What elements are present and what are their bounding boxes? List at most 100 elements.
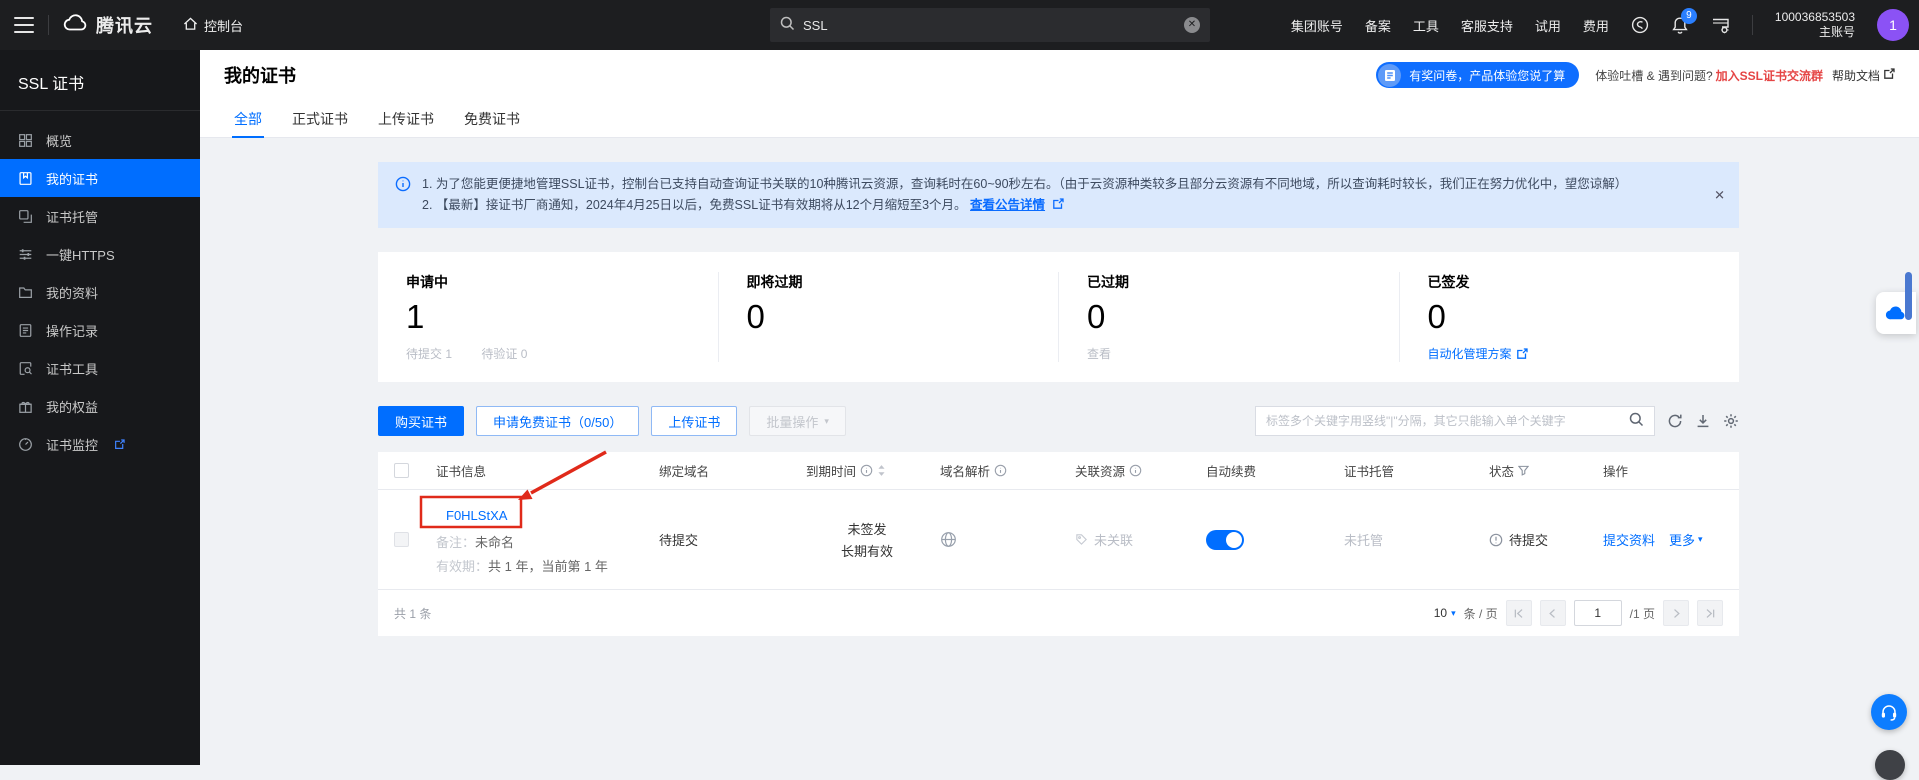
validity-value: 共 1 年，当前第 1 年 xyxy=(488,559,608,574)
headset-icon xyxy=(1879,702,1899,722)
sidebar-item-my-profile[interactable]: 我的资料 xyxy=(0,273,200,311)
hamburger-menu-icon[interactable] xyxy=(14,17,34,33)
status-pending-icon xyxy=(1489,533,1503,547)
page-title: 我的证书 xyxy=(224,62,296,88)
help-doc-link[interactable]: 帮助文档 xyxy=(1832,67,1880,84)
sidebar-item-overview[interactable]: 概览 xyxy=(0,121,200,159)
dns-cell[interactable] xyxy=(928,531,1063,548)
page-header: 我的证书 有奖问卷，产品体验您说了算 体验吐槽 & 遇到问题? 加入SSL证书交… xyxy=(200,50,1919,138)
gauge-icon xyxy=(18,436,34,452)
nav-icp[interactable]: 备案 xyxy=(1365,16,1391,35)
sidebar-item-operation-log[interactable]: 操作记录 xyxy=(0,311,200,349)
log-icon xyxy=(18,322,34,338)
hosting-icon xyxy=(18,208,34,224)
tab-all[interactable]: 全部 xyxy=(232,100,264,138)
avatar[interactable]: 1 xyxy=(1877,9,1909,41)
feedback-text: 体验吐槽 & 遇到问题? xyxy=(1595,67,1712,84)
account-info[interactable]: 100036853503 主账号 xyxy=(1775,10,1855,40)
auto-renew-toggle[interactable] xyxy=(1206,530,1244,550)
download-icon[interactable] xyxy=(1695,413,1711,429)
table-header-row: 证书信息 绑定域名 到期时间 域名解析 关联资源 xyxy=(378,452,1739,490)
select-all-checkbox[interactable] xyxy=(394,463,409,478)
info-icon[interactable] xyxy=(860,464,873,477)
nav-billing[interactable]: 费用 xyxy=(1583,16,1609,35)
keyword-search-input[interactable] xyxy=(1266,414,1621,428)
automation-link[interactable]: 自动化管理方案 xyxy=(1428,345,1740,362)
sidebar-nav: 概览 我的证书 证书托管 xyxy=(0,111,200,463)
sidebar-item-my-benefits[interactable]: 我的权益 xyxy=(0,387,200,425)
cert-table: 证书信息 绑定域名 到期时间 域名解析 关联资源 xyxy=(378,452,1739,636)
info-icon[interactable] xyxy=(1129,464,1142,477)
sidebar-item-one-click-https[interactable]: 一键HTTPS xyxy=(0,235,200,273)
banner-line2: 2. 【最新】接证书厂商通知，2024年4月25日以后，免费SSL证书有效期将从… xyxy=(422,195,1695,216)
nav-trial[interactable]: 试用 xyxy=(1535,16,1561,35)
tab-paid-certs[interactable]: 正式证书 xyxy=(290,100,350,138)
external-link-icon xyxy=(1516,348,1528,360)
secondary-float-button[interactable] xyxy=(1875,750,1905,780)
tag-icon xyxy=(1075,533,1088,546)
page-size-select[interactable]: 10 ▾ xyxy=(1434,606,1456,620)
announcement-link[interactable]: 查看公告详情 xyxy=(970,198,1045,212)
more-actions-link[interactable]: 更多 ▾ xyxy=(1669,530,1703,549)
stat-issued: 已签发 0 自动化管理方案 xyxy=(1399,272,1740,362)
upload-cert-button[interactable]: 上传证书 xyxy=(651,406,737,436)
tab-free-certs[interactable]: 免费证书 xyxy=(462,100,522,138)
brand-text: 腾讯云 xyxy=(96,12,153,38)
view-link[interactable]: 查看 xyxy=(1087,345,1399,362)
chevron-down-icon: ▾ xyxy=(824,417,829,426)
pagination: 10 ▾ 条 / 页 /1 页 xyxy=(1434,600,1723,626)
remark-value: 未命名 xyxy=(475,535,514,550)
refresh-icon[interactable] xyxy=(1667,413,1683,429)
next-page-button[interactable] xyxy=(1663,600,1689,626)
submit-info-link[interactable]: 提交资料 xyxy=(1603,530,1655,549)
cert-id-link[interactable]: F0HLStXA xyxy=(436,504,517,527)
batch-operation-button[interactable]: 批量操作 ▾ xyxy=(749,406,846,436)
survey-button[interactable]: 有奖问卷，产品体验您说了算 xyxy=(1376,62,1579,88)
row-checkbox[interactable] xyxy=(394,532,409,547)
sidebar-title: SSL 证书 xyxy=(0,50,200,111)
info-icon[interactable] xyxy=(994,464,1007,477)
banner-line1: 1. 为了您能更便捷地管理SSL证书，控制台已支持自动查询证书关联的10种腾讯云… xyxy=(422,174,1695,195)
search-icon[interactable] xyxy=(1629,412,1644,430)
page-number-input[interactable] xyxy=(1574,600,1622,626)
auto-renew-cell xyxy=(1194,530,1332,550)
close-banner-icon[interactable]: ✕ xyxy=(1714,185,1725,206)
sidebar-item-my-certificates[interactable]: 我的证书 xyxy=(0,159,200,197)
stat-expiring-value: 0 xyxy=(747,298,1059,336)
main-content: 我的证书 有奖问卷，产品体验您说了算 体验吐槽 & 遇到问题? 加入SSL证书交… xyxy=(200,50,1919,765)
hosting-cell: 未托管 xyxy=(1332,530,1477,549)
sidebar-item-cert-monitor[interactable]: 证书监控 xyxy=(0,425,200,463)
clear-search-icon[interactable]: ✕ xyxy=(1184,17,1200,33)
apply-free-cert-button[interactable]: 申请免费证书（0/50） xyxy=(476,406,639,436)
notification-bell-icon[interactable]: 9 xyxy=(1671,16,1689,35)
console-link[interactable]: 控制台 xyxy=(183,16,243,35)
filter-icon[interactable] xyxy=(1518,465,1529,476)
certificate-icon xyxy=(18,170,34,186)
sidebar-item-cert-tools[interactable]: 证书工具 xyxy=(0,349,200,387)
buy-cert-button[interactable]: 购买证书 xyxy=(378,406,464,436)
sort-icon[interactable] xyxy=(877,464,886,477)
scrollbar-thumb[interactable] xyxy=(1905,272,1912,320)
stats-cards: 申请中 1 待提交 1 待验证 0 即将过期 0 已过期 0 查看 已签发 0 … xyxy=(378,252,1739,382)
search-input[interactable] xyxy=(803,18,1176,33)
join-group-link[interactable]: 加入SSL证书交流群 xyxy=(1716,67,1823,84)
col-expire-time: 到期时间 xyxy=(794,461,928,480)
console-settings-icon[interactable] xyxy=(1711,17,1730,34)
col-auto-renew: 自动续费 xyxy=(1194,461,1332,480)
sidebar-item-cert-hosting[interactable]: 证书托管 xyxy=(0,197,200,235)
customer-service-button[interactable] xyxy=(1871,694,1907,730)
nav-tools[interactable]: 工具 xyxy=(1413,16,1439,35)
tencent-cloud-logo[interactable]: 腾讯云 xyxy=(63,12,153,38)
col-status: 状态 xyxy=(1477,461,1591,480)
search-icon xyxy=(780,16,795,34)
last-page-button[interactable] xyxy=(1697,600,1723,626)
nav-support[interactable]: 客服支持 xyxy=(1461,16,1513,35)
first-page-button[interactable] xyxy=(1506,600,1532,626)
prev-page-button[interactable] xyxy=(1540,600,1566,626)
stat-expired-value: 0 xyxy=(1087,298,1399,336)
tab-uploaded-certs[interactable]: 上传证书 xyxy=(376,100,436,138)
column-settings-icon[interactable] xyxy=(1723,413,1739,429)
overview-icon xyxy=(18,132,34,148)
nav-group-account[interactable]: 集团账号 xyxy=(1291,16,1343,35)
promo-icon[interactable] xyxy=(1631,16,1649,34)
